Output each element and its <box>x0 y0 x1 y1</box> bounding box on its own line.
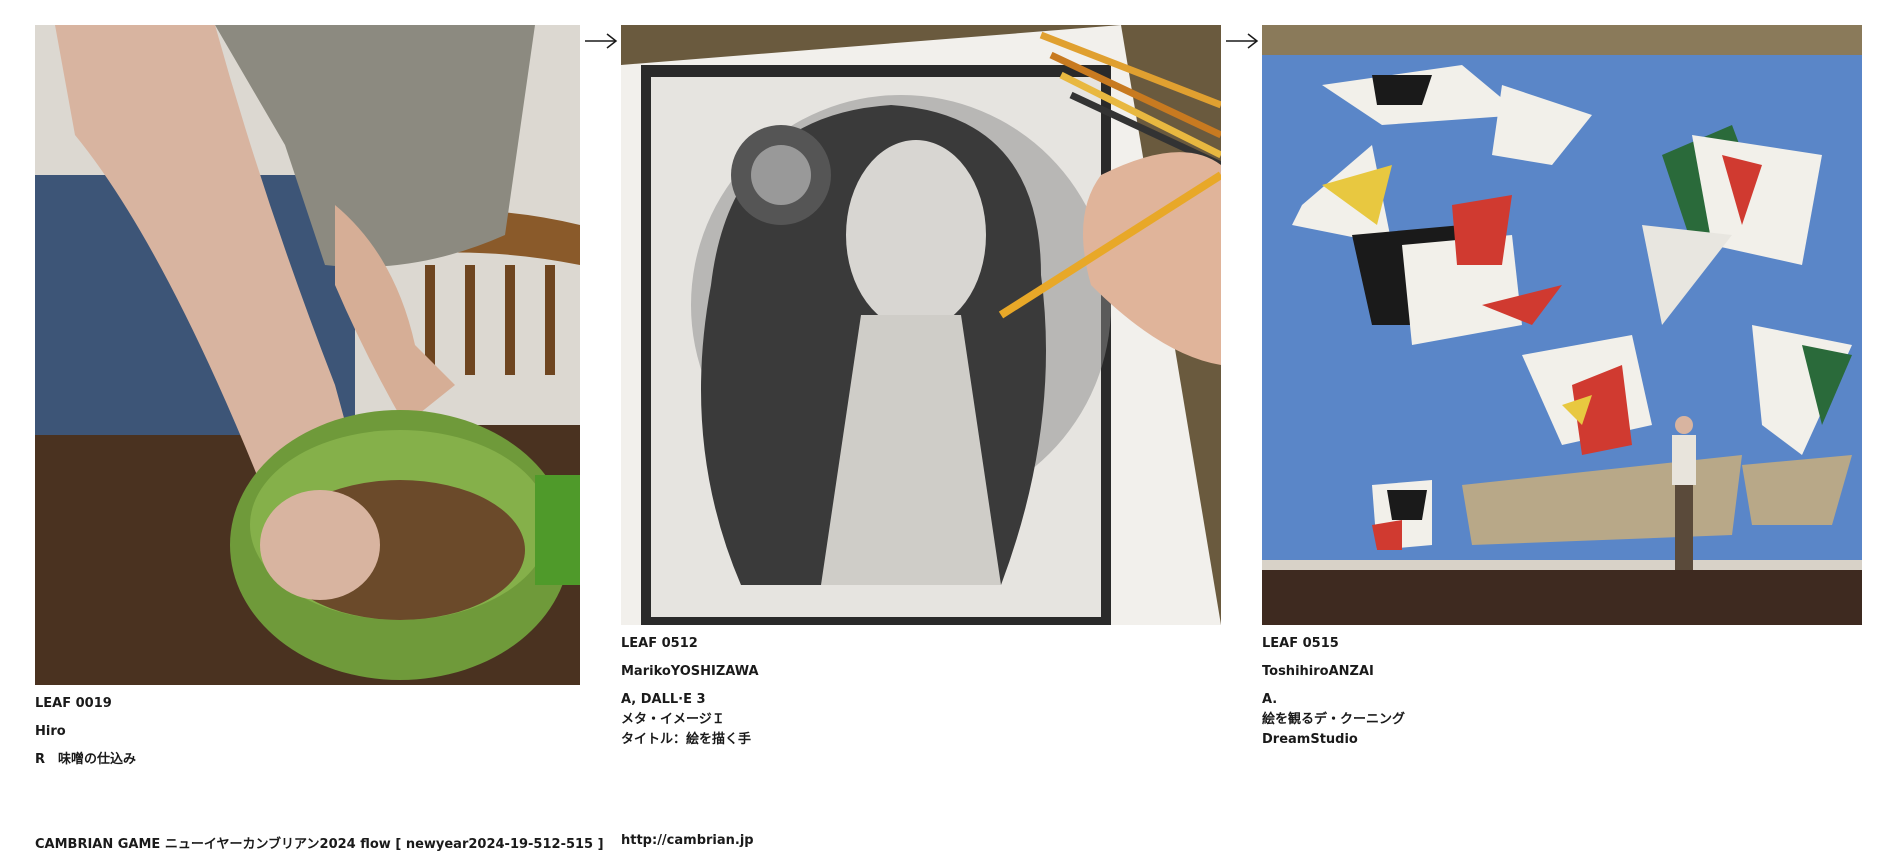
leaf-line: メタ・イメージＩ <box>621 712 725 727</box>
leaf-0515-info: LEAF 0515 ToshihiroANZAI A. 絵を観るデ・クーニング … <box>1262 634 1405 750</box>
leaf-0512-info: LEAF 0512 MarikoYOSHIZAWA A, DALL·E 3 メタ… <box>621 634 759 750</box>
leaf-id: LEAF 0019 <box>35 696 112 711</box>
leaf-line: 絵を観るデ・クーニング <box>1262 712 1406 727</box>
leaf-0512-image <box>621 25 1221 625</box>
arrow-right-icon <box>1226 33 1259 49</box>
leaf-line: A. <box>1262 692 1278 707</box>
leaf-0019-photo <box>35 25 580 685</box>
leaf-author: ToshihiroANZAI <box>1262 664 1374 679</box>
leaf-0515-image <box>1262 25 1862 625</box>
leaf-line: タイトル：絵を描く手 <box>621 732 752 747</box>
leaf-line: R 味噌の仕込み <box>35 752 137 767</box>
leaf-author: MarikoYOSHIZAWA <box>621 664 759 679</box>
leaf-0019-info: LEAF 0019 Hiro R 味噌の仕込み <box>35 694 136 770</box>
arrow-right-icon <box>585 33 618 49</box>
leaf-line: DreamStudio <box>1262 732 1358 747</box>
site-link[interactable]: http://cambrian.jp <box>621 833 754 848</box>
leaf-id: LEAF 0515 <box>1262 636 1339 651</box>
leaf-line: A, DALL·E 3 <box>621 692 706 707</box>
leaf-id: LEAF 0512 <box>621 636 698 651</box>
leaf-author: Hiro <box>35 724 66 739</box>
footer-title: CAMBRIAN GAME ニューイヤーカンブリアン2024 flow [ ne… <box>35 837 604 852</box>
